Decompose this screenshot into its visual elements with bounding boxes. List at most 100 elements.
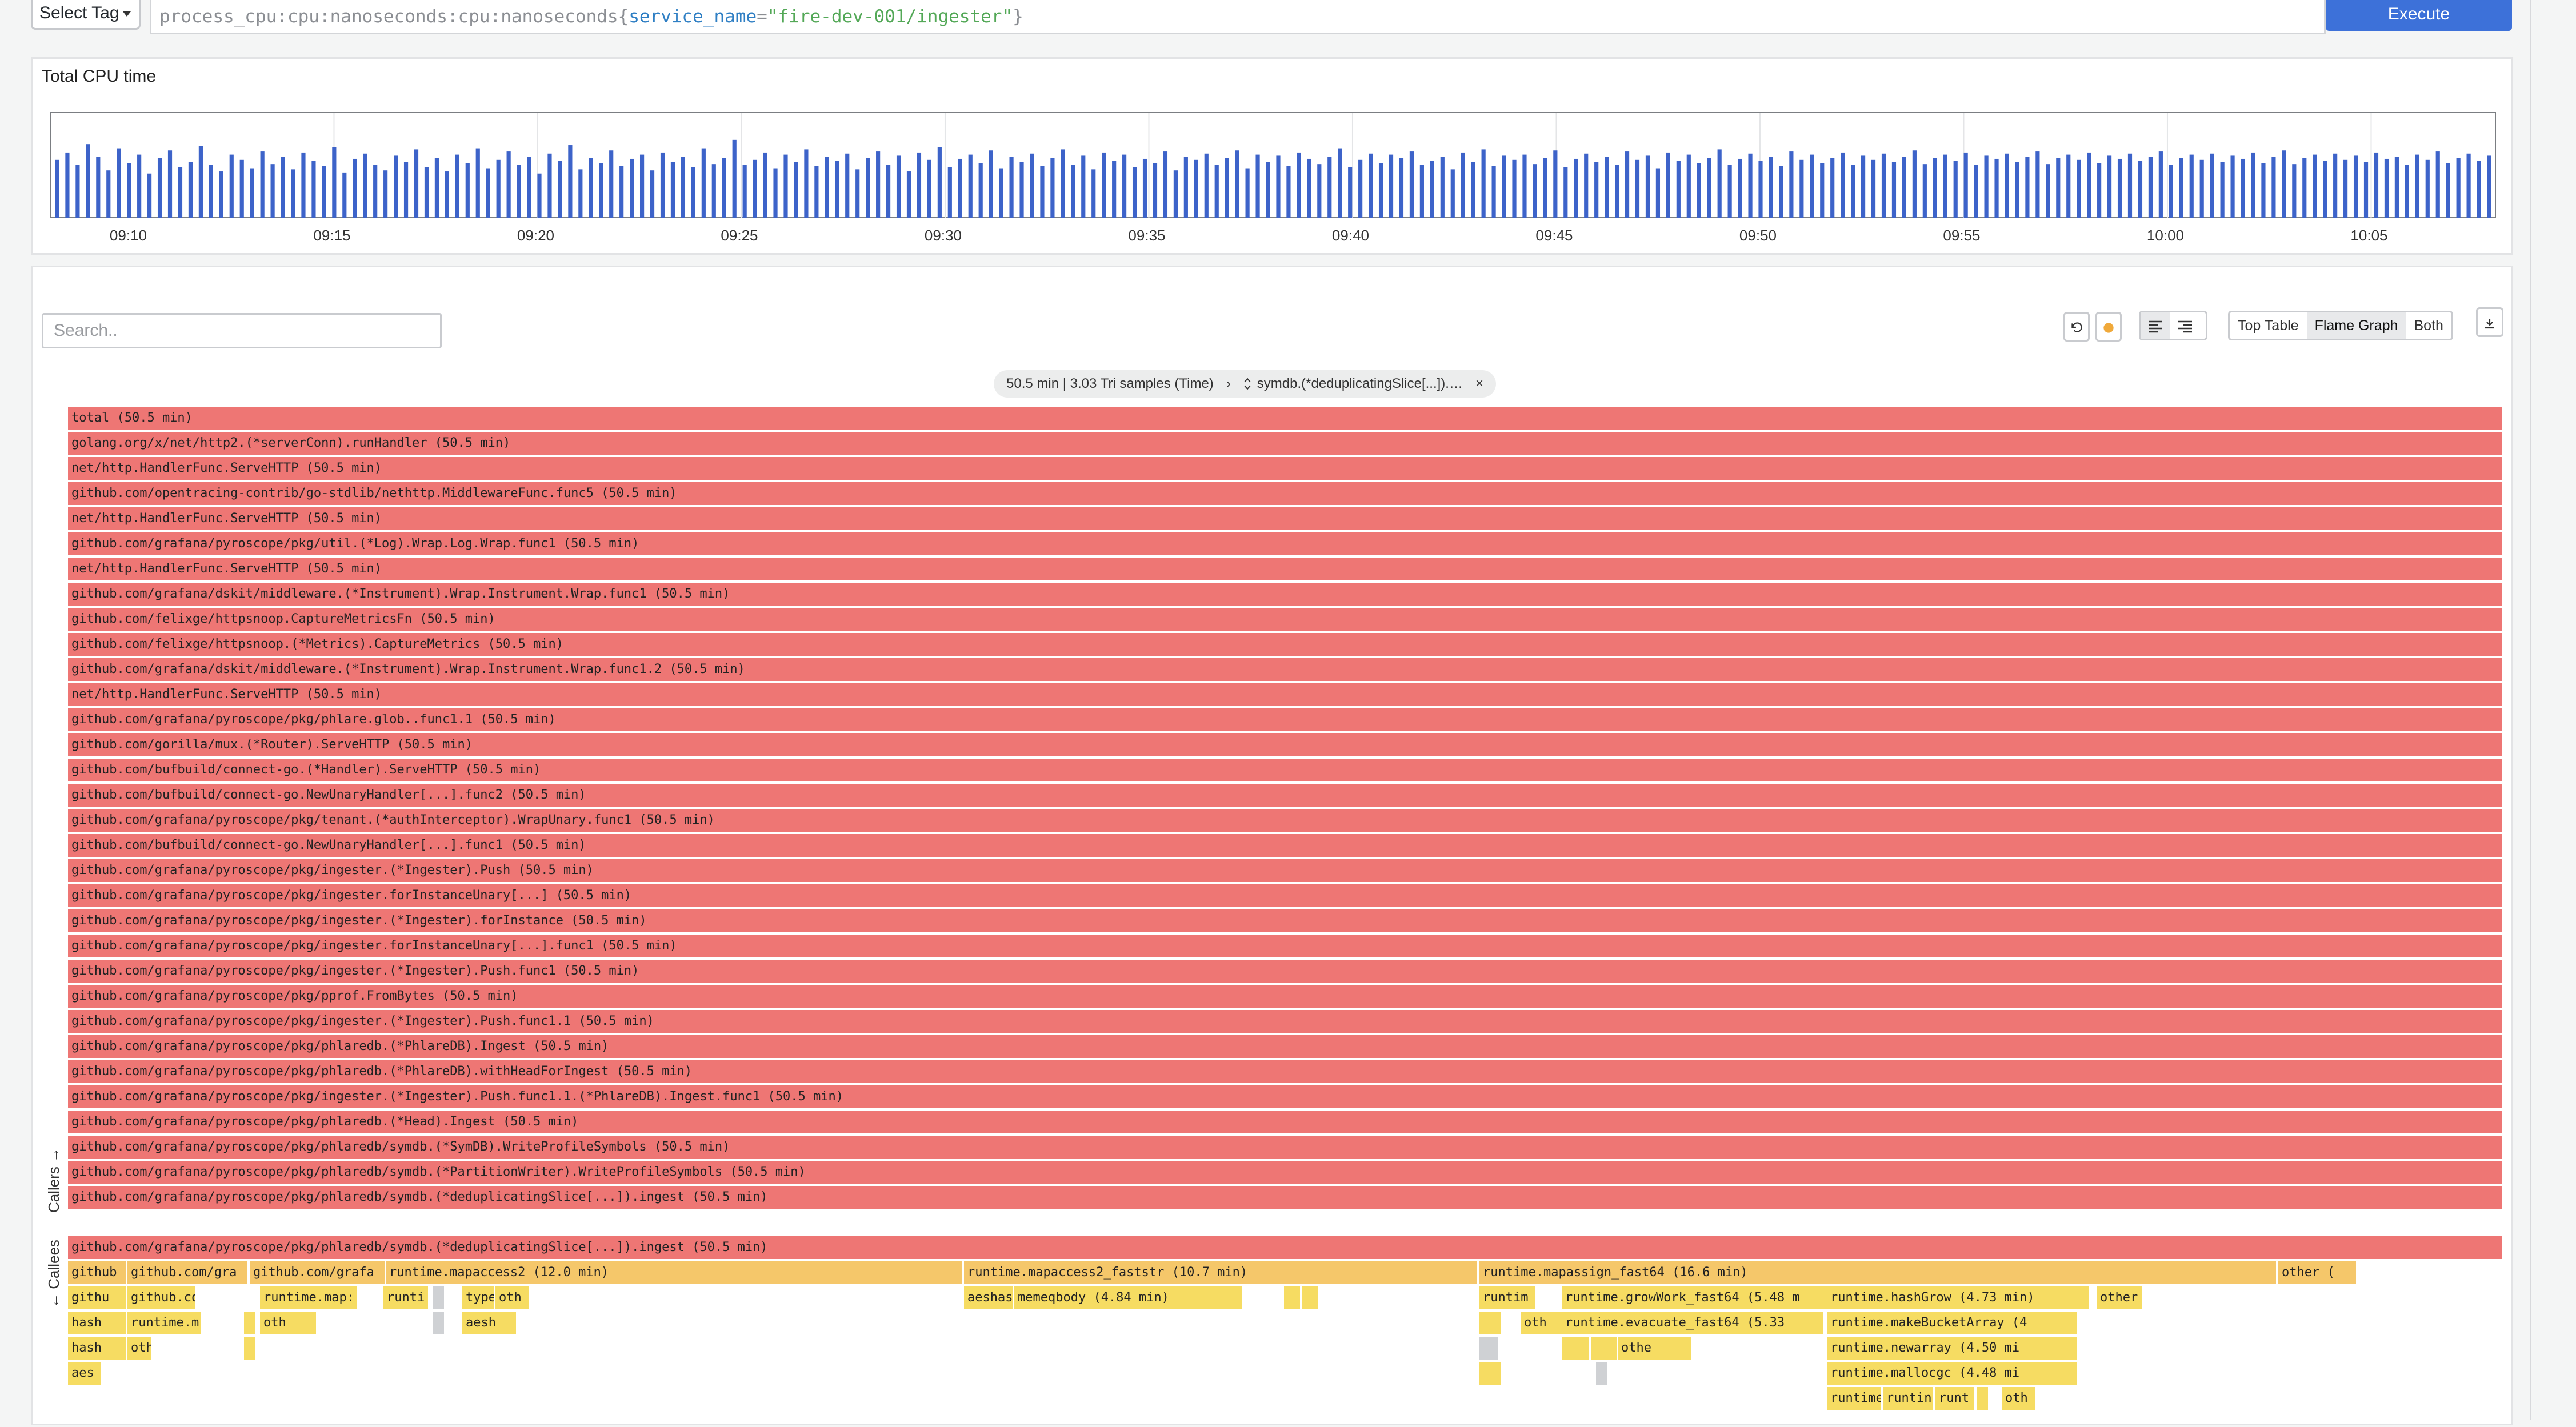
cpu-bar[interactable] xyxy=(1378,163,1383,218)
caller-frame[interactable]: github.com/felixge/httpsnoop.(*Metrics).… xyxy=(68,633,2503,656)
caller-frame[interactable]: github.com/bufbuild/connect-go.NewUnaryH… xyxy=(68,834,2503,857)
callee-frame[interactable]: githu xyxy=(68,1286,127,1309)
cpu-bar[interactable] xyxy=(1574,158,1578,218)
cpu-bar[interactable] xyxy=(701,148,706,218)
callee-frame[interactable] xyxy=(1479,1337,1499,1360)
cpu-bar[interactable] xyxy=(609,150,614,218)
cpu-bar[interactable] xyxy=(2015,162,2019,218)
cpu-bar[interactable] xyxy=(1563,167,1568,218)
cpu-bar[interactable] xyxy=(1881,153,1886,218)
cpu-bar[interactable] xyxy=(1810,154,1814,218)
cpu-bar[interactable] xyxy=(1461,152,1465,218)
callee-frame[interactable] xyxy=(1479,1312,1502,1334)
cpu-bar[interactable] xyxy=(2169,165,2173,218)
cpu-bar[interactable] xyxy=(2199,159,2204,218)
cpu-bar[interactable] xyxy=(1009,157,1014,218)
cpu-bar[interactable] xyxy=(1327,157,1332,218)
cpu-bar[interactable] xyxy=(578,169,583,218)
query-input[interactable]: process_cpu:cpu:nanoseconds:cpu:nanoseco… xyxy=(150,0,2326,34)
callee-frame[interactable]: aeshas xyxy=(964,1286,1014,1309)
cpu-bar[interactable] xyxy=(291,169,295,218)
cpu-bar[interactable] xyxy=(1953,161,1958,218)
caller-frame[interactable]: github.com/grafana/pyroscope/pkg/tenant.… xyxy=(68,809,2503,832)
cpu-bar[interactable] xyxy=(1522,154,1527,218)
cpu-bar[interactable] xyxy=(281,157,285,218)
cpu-bar[interactable] xyxy=(414,149,419,218)
caller-frame[interactable]: github.com/grafana/pyroscope/pkg/phlared… xyxy=(68,1111,2503,1133)
cpu-bar[interactable] xyxy=(2384,158,2389,218)
caller-frame[interactable]: github.com/grafana/pyroscope/pkg/phlared… xyxy=(68,1136,2503,1159)
cpu-bar[interactable] xyxy=(2005,153,2009,218)
callee-frame[interactable]: runtime.newarray (4.50 mi xyxy=(1827,1337,2078,1360)
cpu-bar[interactable] xyxy=(568,145,573,218)
cpu-bar[interactable] xyxy=(742,165,747,218)
cpu-bar[interactable] xyxy=(599,163,603,218)
cpu-bar[interactable] xyxy=(1512,159,1517,218)
cpu-bar[interactable] xyxy=(2405,165,2409,218)
caller-frame[interactable]: github.com/grafana/pyroscope/pkg/phlared… xyxy=(68,1161,2503,1184)
callee-frame[interactable]: runti xyxy=(383,1286,429,1309)
cpu-bar[interactable] xyxy=(342,172,347,218)
cpu-bar[interactable] xyxy=(537,173,542,218)
cpu-bar[interactable] xyxy=(332,147,337,218)
cpu-bar[interactable] xyxy=(1235,150,1239,218)
caller-frame[interactable]: github.com/gorilla/mux.(*Router).ServeHT… xyxy=(68,733,2503,756)
cpu-bar[interactable] xyxy=(1779,166,1783,218)
cpu-bar[interactable] xyxy=(1399,158,1404,218)
caller-frame[interactable]: github.com/grafana/pyroscope/pkg/ingeste… xyxy=(68,935,2503,957)
cpu-bar[interactable] xyxy=(681,157,686,218)
cpu-bar[interactable] xyxy=(906,171,911,218)
cpu-bar[interactable] xyxy=(1348,167,1353,218)
callee-frame[interactable] xyxy=(1591,1337,1618,1360)
cpu-bar[interactable] xyxy=(1912,150,1917,218)
cpu-bar[interactable] xyxy=(1183,157,1188,218)
cpu-bar[interactable] xyxy=(1194,159,1198,218)
callee-frame[interactable]: runtime.m xyxy=(127,1312,202,1334)
caller-frame[interactable]: github.com/bufbuild/connect-go.(*Handler… xyxy=(68,759,2503,781)
cpu-bar[interactable] xyxy=(1625,151,1630,218)
cpu-bar[interactable] xyxy=(1153,163,1158,218)
cpu-bar[interactable] xyxy=(1081,155,1086,218)
cpu-bar[interactable] xyxy=(2323,161,2327,218)
cpu-bar[interactable] xyxy=(589,158,593,218)
callee-frame[interactable]: oth xyxy=(2002,1387,2036,1410)
cpu-bar[interactable] xyxy=(2087,152,2091,218)
cpu-bar[interactable] xyxy=(896,155,901,218)
cpu-bar[interactable] xyxy=(1297,152,1301,218)
cpu-bar[interactable] xyxy=(1307,158,1311,218)
cpu-bar[interactable] xyxy=(2189,154,2194,218)
cpu-bar[interactable] xyxy=(1450,169,1455,218)
cpu-bar[interactable] xyxy=(1491,166,1496,218)
callee-root-frame[interactable]: github.com/grafana/pyroscope/pkg/phlared… xyxy=(68,1236,2503,1259)
callee-frame[interactable]: github xyxy=(68,1261,127,1284)
cpu-bar[interactable] xyxy=(2097,163,2102,218)
cpu-bar[interactable] xyxy=(2210,153,2214,218)
cpu-bar[interactable] xyxy=(2046,164,2050,218)
callee-frame[interactable]: runtime.makeBucketArray (4 xyxy=(1827,1312,2078,1334)
cpu-bar[interactable] xyxy=(660,152,665,218)
cpu-bar[interactable] xyxy=(1122,154,1127,218)
cpu-bar[interactable] xyxy=(1132,167,1137,218)
cpu-bar[interactable] xyxy=(363,153,367,218)
cpu-bar[interactable] xyxy=(1533,164,1537,218)
cpu-bar[interactable] xyxy=(2251,152,2255,218)
caller-frame[interactable]: github.com/grafana/pyroscope/pkg/ingeste… xyxy=(68,1085,2503,1108)
caller-frame[interactable]: total (50.5 min) xyxy=(68,407,2503,430)
caller-frame[interactable]: github.com/grafana/pyroscope/pkg/ingeste… xyxy=(68,859,2503,882)
cpu-bar[interactable] xyxy=(2333,153,2338,218)
cpu-bar[interactable] xyxy=(250,168,254,218)
cpu-bar[interactable] xyxy=(527,157,531,218)
cpu-bar[interactable] xyxy=(1543,158,1547,218)
callee-frame[interactable]: other ( xyxy=(2278,1261,2357,1284)
cpu-bar[interactable] xyxy=(475,148,480,218)
callee-frame[interactable]: runtime.map: xyxy=(260,1286,358,1309)
cpu-bar[interactable] xyxy=(465,163,470,218)
cpu-bar[interactable] xyxy=(1317,164,1322,218)
cpu-bar[interactable] xyxy=(127,163,131,218)
callee-frame[interactable]: runtin xyxy=(1883,1387,1934,1410)
cpu-bar[interactable] xyxy=(1984,155,1989,218)
callee-frame[interactable]: oth xyxy=(260,1312,317,1334)
cpu-bar[interactable] xyxy=(1471,162,1475,218)
cpu-bar[interactable] xyxy=(845,153,850,218)
callee-frame[interactable] xyxy=(1562,1337,1590,1360)
